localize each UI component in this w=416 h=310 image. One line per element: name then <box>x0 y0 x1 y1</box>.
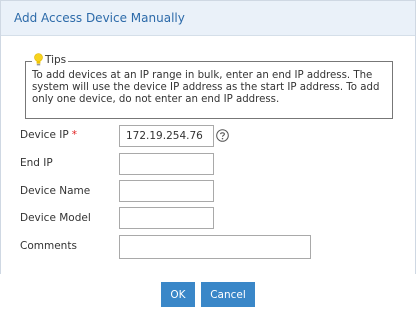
end-ip-input[interactable] <box>119 153 214 175</box>
tips-line: only one device, do not enter an end IP … <box>32 94 280 105</box>
ok-button[interactable]: OK <box>161 282 195 307</box>
lightbulb-icon <box>34 53 43 67</box>
end-ip-label: End IP <box>20 157 53 169</box>
device-model-label: Device Model <box>20 212 91 224</box>
comments-input[interactable] <box>119 235 311 259</box>
question-circle-icon[interactable] <box>216 129 229 142</box>
tips-line: To add devices at an IP range in bulk, e… <box>32 70 373 81</box>
dialog-title: Add Access Device Manually <box>14 11 185 25</box>
device-name-input[interactable] <box>119 180 214 202</box>
tips-legend: Tips <box>32 53 69 67</box>
tips-box: Tips To add devices at an IP range in bu… <box>25 53 393 119</box>
tips-line: system will use the device IP address as… <box>32 82 380 93</box>
tips-text: To add devices at an IP range in bulk, e… <box>32 70 388 106</box>
device-model-input[interactable] <box>119 207 214 229</box>
required-mark: * <box>71 129 77 141</box>
device-ip-input[interactable] <box>119 125 214 147</box>
dialog-titlebar: Add Access Device Manually <box>1 1 415 36</box>
cancel-button[interactable]: Cancel <box>201 282 255 307</box>
device-ip-label-text: Device IP <box>20 129 69 141</box>
device-ip-label: Device IP * <box>20 129 77 141</box>
add-device-dialog: Add Access Device Manually Tips To add d… <box>0 0 416 275</box>
device-name-label: Device Name <box>20 185 91 197</box>
comments-label: Comments <box>20 240 77 252</box>
tips-label: Tips <box>45 54 67 66</box>
